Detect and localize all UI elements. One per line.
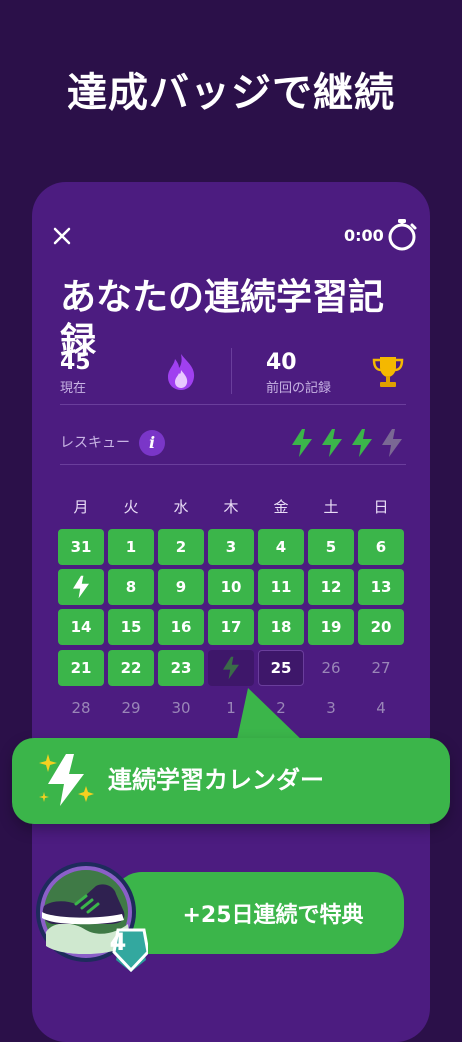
calendar-day: 3 (208, 529, 254, 565)
divider-line (60, 464, 406, 465)
streak-reward-button[interactable]: +25日連続で特典 (112, 872, 404, 954)
calendar-day: 9 (158, 569, 204, 605)
calendar-day: 19 (308, 609, 354, 645)
weekday-label: 水 (173, 498, 189, 516)
calendar-day: 3 (326, 699, 336, 717)
calendar-day: 18 (258, 609, 304, 645)
lightning-icon (292, 429, 312, 457)
calendar-day: 20 (358, 609, 404, 645)
calendar-day: 21 (58, 650, 104, 686)
calendar-day: 12 (308, 569, 354, 605)
record-streak-label: 前回の記録 (266, 381, 332, 396)
current-streak-label: 現在 (60, 381, 87, 396)
lightning-icon (73, 575, 89, 599)
weekday-label: 日 (373, 498, 389, 516)
lightning-icon (382, 429, 402, 457)
calendar-day: 8 (108, 569, 154, 605)
weekday-label: 土 (323, 498, 339, 516)
calendar-day: 4 (376, 699, 386, 717)
banner-pointer (236, 688, 306, 744)
lightning-icon (223, 656, 239, 680)
calendar-day: 2 (158, 529, 204, 565)
record-streak-value: 40 (266, 350, 297, 375)
streak-reward-text: +25日連続で特典 (182, 903, 364, 928)
timer-text: 0:00 (344, 226, 384, 245)
calendar-day: 14 (58, 609, 104, 645)
calendar-day: 28 (71, 699, 91, 717)
flame-icon (168, 354, 195, 390)
calendar-day: 31 (58, 529, 104, 565)
headline: 達成バッジで継続 (67, 70, 395, 116)
calendar-day: 13 (358, 569, 404, 605)
current-streak-value: 45 (60, 350, 91, 375)
calendar-day: 5 (308, 529, 354, 565)
weekday-label: 金 (273, 498, 289, 516)
weekday-label: 木 (223, 498, 239, 516)
calendar-day: 17 (208, 609, 254, 645)
calendar-day: 4 (258, 529, 304, 565)
divider-line (60, 404, 406, 405)
calendar-day: 11 (258, 569, 304, 605)
calendar-day-rescued (58, 569, 104, 605)
close-icon[interactable] (50, 224, 74, 248)
calendar-day: 15 (108, 609, 154, 645)
calendar-day-today: 25 (258, 650, 304, 686)
weekday-label: 月 (73, 498, 89, 516)
sparkle-bolt-icon (39, 754, 94, 806)
lightning-icon (322, 429, 342, 457)
calendar-day: 22 (108, 650, 154, 686)
calendar-day: 6 (358, 529, 404, 565)
calendar-day-missed (208, 650, 254, 686)
calendar-day: 16 (158, 609, 204, 645)
weekday-label: 火 (123, 498, 139, 516)
calendar-day: 10 (208, 569, 254, 605)
calendar-day: 27 (371, 659, 391, 677)
rescue-label: レスキュー (60, 435, 130, 451)
badge-level: 4 (109, 928, 127, 956)
trophy-icon (372, 357, 404, 387)
calendar-day: 1 (108, 529, 154, 565)
calendar-day: 23 (158, 650, 204, 686)
info-icon[interactable]: i (139, 430, 165, 456)
stopwatch-icon (388, 219, 417, 251)
calendar-day: 30 (171, 699, 191, 717)
calendar-day: 29 (121, 699, 141, 717)
page-title: あなたの連続学習記録 (60, 277, 385, 362)
banner-text: 連続学習カレンダー (108, 766, 324, 794)
lightning-icon (352, 429, 372, 457)
calendar-day: 26 (321, 659, 341, 677)
stats-divider (231, 348, 232, 394)
